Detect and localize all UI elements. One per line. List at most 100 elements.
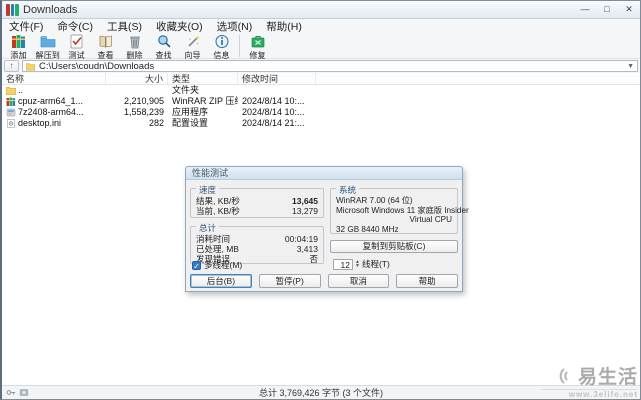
application-icon — [6, 108, 16, 117]
table-row[interactable]: .. 文件夹 — [2, 85, 640, 96]
screen: Downloads — □ ✕ 文件(F) 命令(C) 工具(S) 收藏夹(O)… — [0, 0, 641, 400]
address-path: C:\Users\coudn\Downloads — [39, 61, 154, 72]
elapsed-value: 00:04:19 — [285, 234, 318, 244]
menu-commands[interactable]: 命令(C) — [50, 19, 100, 34]
column-header-type[interactable]: 类型 — [168, 73, 238, 84]
file-type: 配置设置 — [168, 118, 238, 129]
watermark: 易生活 www.3elife.net — [541, 362, 638, 399]
file-modified: 2024/8/14 21:... — [238, 118, 316, 129]
multithread-label: 多线程(M) — [204, 259, 242, 271]
multithread-checkbox[interactable]: ✓ — [192, 261, 201, 270]
speed-current-value: 13,279 — [292, 206, 318, 216]
system-line: WinRAR 7.00 (64 位) — [336, 196, 447, 205]
toolbar: 添加 解压到 测试 查看 删除 查找 — [2, 33, 640, 59]
spin-down-icon[interactable]: ▼ — [355, 264, 360, 269]
menu-favorites[interactable]: 收藏夹(O) — [149, 19, 210, 34]
processed-value: 3,413 — [297, 244, 318, 254]
column-header-size[interactable]: 大小 — [106, 73, 168, 84]
system-group: 系统 WinRAR 7.00 (64 位) Microsoft Windows … — [330, 188, 458, 234]
elapsed-label: 消耗时间 — [196, 234, 230, 244]
extract-to-icon — [40, 34, 56, 49]
address-combobox[interactable]: C:\Users\coudn\Downloads ▼ — [22, 60, 638, 72]
maximize-button[interactable]: □ — [600, 4, 614, 16]
speed-group-label: 速度 — [196, 184, 219, 196]
find-icon — [156, 34, 172, 49]
total-group-label: 总计 — [196, 222, 219, 234]
file-name: cpuz-arm64_1... — [18, 96, 83, 107]
help-button[interactable]: 帮助 — [396, 274, 458, 288]
speed-current-label: 当前, KB/秒 — [196, 206, 240, 216]
watermark-url: www.3elife.net — [541, 389, 638, 399]
menu-help[interactable]: 帮助(H) — [259, 19, 309, 34]
test-button[interactable]: 测试 — [62, 34, 91, 61]
zip-archive-icon — [6, 97, 16, 106]
file-modified: 2024/8/14 10:... — [238, 96, 316, 107]
file-size: 1,558,239 — [106, 107, 168, 118]
chevron-down-icon[interactable]: ▼ — [627, 63, 634, 70]
up-folder-button[interactable]: ↑ — [4, 60, 19, 72]
titlebar: Downloads — □ ✕ — [2, 1, 640, 19]
system-line: 32 GB 8440 MHz — [336, 225, 447, 234]
menu-file[interactable]: 文件(F) — [2, 19, 50, 34]
file-name: 7z2408-arm64... — [18, 107, 84, 118]
table-row[interactable]: 7z2408-arm64... 1,558,239 应用程序 2024/8/14… — [2, 107, 640, 118]
wizard-button[interactable]: 向导 — [178, 34, 207, 61]
repair-button[interactable]: 修复 — [243, 34, 272, 61]
winrar-window: Downloads — □ ✕ 文件(F) 命令(C) 工具(S) 收藏夹(O)… — [0, 0, 641, 400]
benchmark-dialog: 性能测试 速度 结果, KB/秒 13,645 当前, KB/秒 13,279 系统… — [185, 166, 463, 292]
pause-button[interactable]: 暂停(P) — [259, 274, 321, 288]
threads-label: 线程(T) — [362, 258, 390, 270]
view-file-icon — [98, 34, 114, 49]
dialog-title[interactable]: 性能测试 — [186, 167, 462, 180]
add-button[interactable]: 添加 — [4, 34, 33, 61]
background-button[interactable]: 后台(B) — [190, 274, 252, 288]
system-group-label: 系统 — [336, 184, 359, 196]
speed-group: 速度 结果, KB/秒13,645 当前, KB/秒13,279 — [190, 188, 324, 218]
delete-button[interactable]: 删除 — [120, 34, 149, 61]
extract-to-button[interactable]: 解压到 — [33, 34, 62, 61]
view-button[interactable]: 查看 — [91, 34, 120, 61]
ini-file-icon — [6, 119, 16, 128]
info-button[interactable]: 信息 — [207, 34, 236, 61]
speed-result-value: 13,645 — [292, 196, 318, 206]
dialog-buttons: 后台(B) 暂停(P) 取消 帮助 — [190, 274, 458, 288]
column-header-name[interactable]: 名称 — [2, 73, 106, 84]
repair-icon — [250, 34, 266, 49]
copy-to-clipboard-button[interactable]: 复制到剪贴板(C) — [330, 240, 458, 253]
errors-value: 否 — [309, 254, 318, 264]
window-title: Downloads — [23, 4, 77, 16]
menubar: 文件(F) 命令(C) 工具(S) 收藏夹(O) 选项(N) 帮助(H) — [2, 19, 640, 33]
address-bar: ↑ C:\Users\coudn\Downloads ▼ — [2, 59, 640, 73]
multithread-row: ✓ 多线程(M) — [192, 259, 242, 271]
cancel-button[interactable]: 取消 — [328, 274, 390, 288]
close-button[interactable]: ✕ — [622, 4, 636, 16]
list-header: 名称 大小 类型 修改时间 — [2, 73, 640, 85]
column-header-modified[interactable]: 修改时间 — [238, 73, 316, 84]
wizard-icon — [185, 34, 201, 49]
processed-label: 已处理, MB — [196, 244, 239, 254]
file-size: 282 — [106, 118, 168, 129]
file-type: WinRAR ZIP 压缩... — [168, 96, 238, 107]
threads-stepper[interactable]: ▲▼ — [355, 260, 360, 269]
menu-options[interactable]: 选项(N) — [210, 19, 260, 34]
system-line: Virtual CPU — [341, 215, 452, 224]
threads-input[interactable]: 12 — [333, 259, 353, 270]
speed-result-label: 结果, KB/秒 — [196, 196, 240, 206]
info-icon — [214, 34, 230, 49]
minimize-button[interactable]: — — [578, 4, 592, 16]
table-row[interactable]: desktop.ini 282 配置设置 2024/8/14 21:... — [2, 118, 640, 129]
threads-row: 12 ▲▼ 线程(T) — [333, 258, 390, 270]
file-size: 2,210,905 — [106, 96, 168, 107]
table-row[interactable]: cpuz-arm64_1... 2,210,905 WinRAR ZIP 压缩.… — [2, 96, 640, 107]
delete-icon — [127, 34, 143, 49]
toolbar-separator — [239, 35, 240, 57]
winrar-logo-icon — [6, 4, 19, 16]
find-button[interactable]: 查找 — [149, 34, 178, 61]
menu-tools[interactable]: 工具(S) — [100, 19, 149, 34]
add-archive-icon — [11, 34, 27, 49]
file-name: .. — [18, 85, 23, 96]
file-name: desktop.ini — [18, 118, 61, 129]
file-type: 应用程序 — [168, 107, 238, 118]
file-modified: 2024/8/14 10:... — [238, 107, 316, 118]
file-type: 文件夹 — [168, 85, 238, 96]
